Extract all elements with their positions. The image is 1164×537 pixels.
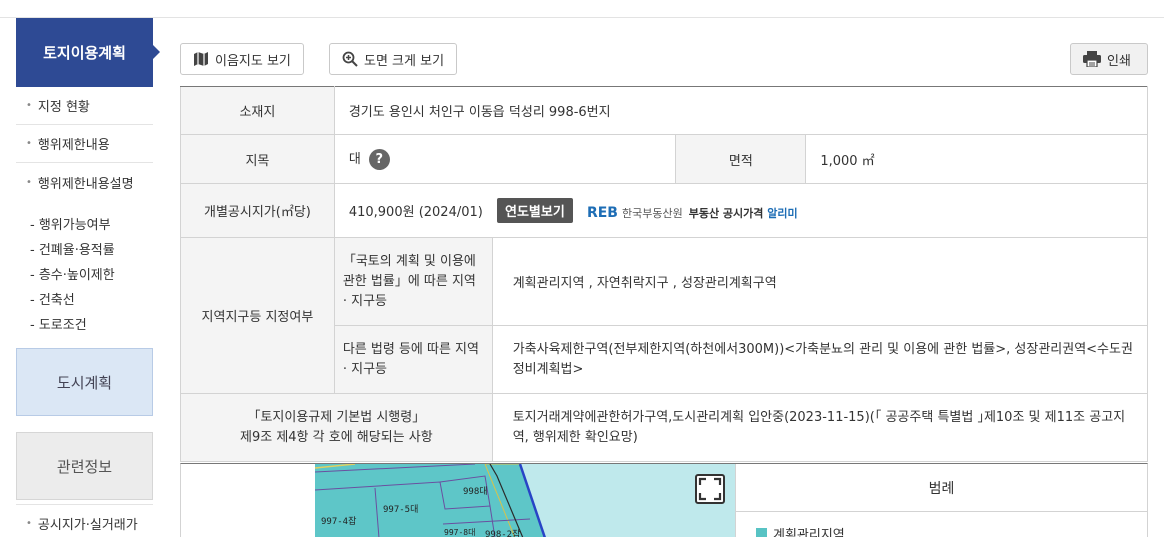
legend-item: 계획관리지역 xyxy=(736,512,1147,537)
bullet-icon: • xyxy=(26,100,32,111)
location-value: 경기도 용인시 처인구 이동읍 덕성리 998-6번지 xyxy=(333,86,1149,135)
row-category: 지목 대? 면적 1,000 ㎡ xyxy=(180,134,1148,184)
category-value: 대 xyxy=(348,152,361,167)
sidebar-item-price[interactable]: • 공시지가·실거래가 xyxy=(16,504,153,537)
legend-swatch xyxy=(756,528,767,537)
sidebar-sub-allowed[interactable]: - 행위가능여부 xyxy=(30,211,153,236)
sidebar-item-label: 행위제한내용 xyxy=(37,138,110,153)
zone-value-2: 가축사육제한구역(전부제한지역(하천에서300M))<가축분뇨의 관리 및 이용… xyxy=(491,325,1149,394)
sidebar-sub-coverage[interactable]: - 건폐율·용적률 xyxy=(30,236,153,261)
printer-icon xyxy=(1083,51,1101,67)
top-divider xyxy=(0,17,1164,18)
sidebar-item-label: 공시지가·실거래가 xyxy=(37,518,138,533)
category-label: 지목 xyxy=(180,134,335,184)
zone-sub-label-2: 다른 법령 등에 따른 지역 · 지구등 xyxy=(333,325,493,394)
legend-panel: 범례 계획관리지역 xyxy=(735,464,1147,537)
regulation-label-line1: 「토지이용규제 기본법 시행령」 xyxy=(247,409,426,425)
row-location: 소재지 경기도 용인시 처인구 이동읍 덕성리 998-6번지 xyxy=(180,86,1149,135)
sidebar-item-designation[interactable]: • 지정 현황 xyxy=(16,87,153,125)
related-info-button[interactable]: 관련정보 xyxy=(16,432,153,500)
area-value: 1,000 ㎡ xyxy=(805,134,1148,184)
sidebar-sub-road[interactable]: - 도로조건 xyxy=(30,311,153,336)
row-price: 개별공시지가(㎡당) 410,900원 (2024/01) 연도별보기 REB … xyxy=(180,183,1149,238)
map-view-label: 이음지도 보기 xyxy=(215,53,291,69)
bullet-icon: • xyxy=(26,138,32,149)
reb-name: 한국부동산원 xyxy=(621,206,683,220)
sidebar-sub-building-line[interactable]: - 건축선 xyxy=(30,286,153,311)
area-label: 면적 xyxy=(675,134,807,184)
map-section: 998대 997-5대 997-4잡 997-8대 998-2잡 범례 계획관리… xyxy=(180,463,1148,537)
parcel-label: 998-2잡 xyxy=(485,528,520,537)
bullet-icon: • xyxy=(26,176,32,188)
parcel-label: 997-8대 xyxy=(444,528,475,537)
reb-slogan-a: 부동산 공시가격 xyxy=(688,206,764,220)
price-label: 개별공시지가(㎡당) xyxy=(180,183,335,238)
reb-price-link[interactable]: REB 한국부동산원 부동산 공시가격 알리미 xyxy=(587,205,798,221)
zoom-drawing-label: 도면 크게 보기 xyxy=(364,53,445,69)
cadastral-map[interactable]: 998대 997-5대 997-4잡 997-8대 998-2잡 xyxy=(315,464,735,537)
parcel-label: 997-4잡 xyxy=(321,515,356,527)
zoom-in-icon xyxy=(342,51,358,67)
print-button[interactable]: 인쇄 xyxy=(1070,43,1148,75)
bullet-icon: • xyxy=(26,518,32,529)
city-plan-button[interactable]: 도시계획 xyxy=(16,348,153,416)
sidebar-header-label: 토지이용계획 xyxy=(43,44,126,62)
sidebar: 토지이용계획 • 지정 현황 • 행위제한내용 • 행위제한내용설명 - 행위가… xyxy=(16,18,160,537)
price-value: 410,900원 (2024/01) xyxy=(348,205,483,220)
land-use-table: 소재지 경기도 용인시 처인구 이동읍 덕성리 998-6번지 지목 대? 면적… xyxy=(180,86,1149,462)
reb-logo: REB xyxy=(586,204,618,221)
fullscreen-icon[interactable] xyxy=(695,474,725,504)
location-label: 소재지 xyxy=(180,86,335,135)
reb-slogan: 부동산 공시가격 알리미 xyxy=(689,205,798,221)
zone-label: 지역지구등 지정여부 xyxy=(180,237,335,394)
yearly-view-button[interactable]: 연도별보기 xyxy=(497,198,573,223)
sidebar-item-restrictions[interactable]: • 행위제한내용 xyxy=(16,125,153,163)
parcel-label: 998대 xyxy=(463,486,488,497)
map-icon xyxy=(194,52,208,66)
sidebar-item-restriction-desc[interactable]: • 행위제한내용설명 xyxy=(16,163,153,201)
regulation-label-line2: 제9조 제4항 각 호에 해당되는 사항 xyxy=(240,429,433,445)
help-icon[interactable]: ? xyxy=(368,149,390,170)
sidebar-header[interactable]: 토지이용계획 xyxy=(16,18,160,87)
sidebar-item-label: 지정 현황 xyxy=(37,100,90,115)
parcel-label: 997-5대 xyxy=(383,504,418,515)
sidebar-header-arrow xyxy=(153,45,160,59)
cadastral-map-drawing: 998대 997-5대 997-4잡 997-8대 998-2잡 xyxy=(315,464,735,537)
regulation-label: 「토지이용규제 기본법 시행령」 제9조 제4항 각 호에 해당되는 사항 xyxy=(180,393,493,462)
regulation-value: 토지거래계약에관한허가구역,도시관리계획 입안중(2023-11-15)(｢ 공… xyxy=(491,393,1149,462)
zoom-drawing-button[interactable]: 도면 크게 보기 xyxy=(329,43,458,75)
zone-value-1: 계획관리지역 , 자연취락지구 , 성장관리계획구역 xyxy=(491,237,1149,326)
row-zone-1: 지역지구등 지정여부 「국토의 계획 및 이용에 관한 법률」에 따른 지역 ·… xyxy=(180,237,1149,394)
sidebar-sub-list: - 행위가능여부 - 건폐율·용적률 - 층수·높이제한 - 건축선 - 도로조… xyxy=(16,201,153,344)
category-cell: 대? xyxy=(333,134,677,184)
sidebar-item-label: 행위제한내용설명 xyxy=(37,176,134,192)
map-view-button[interactable]: 이음지도 보기 xyxy=(180,43,304,75)
print-label: 인쇄 xyxy=(1107,53,1131,69)
reb-slogan-b: 알리미 xyxy=(767,206,798,220)
price-cell: 410,900원 (2024/01) 연도별보기 REB 한국부동산원 부동산 … xyxy=(333,183,1149,238)
legend-title: 범례 xyxy=(736,464,1147,512)
row-regulation: 「토지이용규제 기본법 시행령」 제9조 제4항 각 호에 해당되는 사항 토지… xyxy=(180,393,1149,462)
sidebar-sub-height[interactable]: - 층수·높이제한 xyxy=(30,261,153,286)
legend-item-label: 계획관리지역 xyxy=(773,528,845,537)
zone-sub-label-1: 「국토의 계획 및 이용에 관한 법률」에 따른 지역 · 지구등 xyxy=(333,237,493,326)
